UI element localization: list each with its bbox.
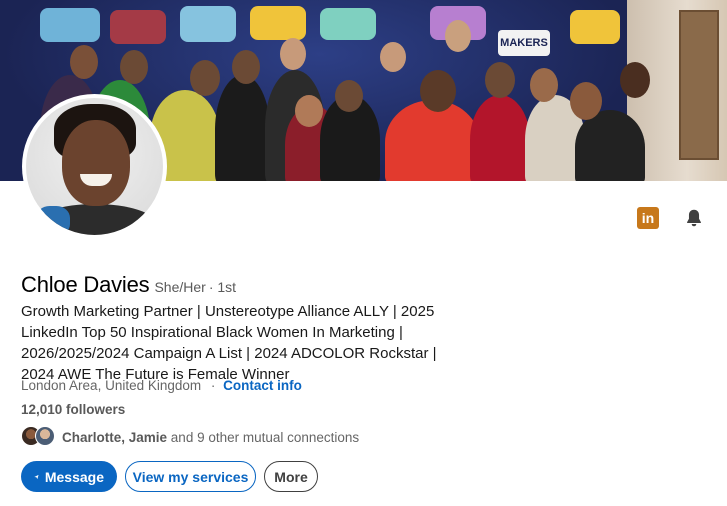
linkedin-icon[interactable]: in <box>637 207 659 229</box>
banner-face <box>420 70 456 112</box>
banner-face <box>530 68 558 102</box>
message-button-label: Message <box>44 468 104 485</box>
banner-face <box>445 20 471 52</box>
profile-photo[interactable] <box>22 94 167 239</box>
name-row: Chloe Davies She/Her · 1st <box>21 272 236 298</box>
banner-face <box>570 82 602 120</box>
location-separator: · <box>210 378 216 393</box>
profile-headline: Growth Marketing Partner | Unstereotype … <box>21 301 451 385</box>
bell-icon[interactable] <box>683 207 705 229</box>
banner-face <box>120 50 148 84</box>
banner-face <box>190 60 220 96</box>
banner-face <box>295 95 323 127</box>
profile-photo-image <box>26 98 163 235</box>
location: London Area, United Kingdom <box>21 378 202 393</box>
banner-sign: MAKERS <box>498 30 550 56</box>
banner-face <box>280 38 306 70</box>
mutual-connections[interactable]: Charlotte, Jamie and 9 other mutual conn… <box>21 426 359 448</box>
connection-degree: · 1st <box>208 279 237 295</box>
headline-line: 2026/2025/2024 Campaign A List | 2024 AD… <box>21 345 437 362</box>
banner-door <box>679 10 719 160</box>
banner-face <box>485 62 515 98</box>
banner-poster <box>320 8 376 40</box>
avatar-scarf <box>36 206 70 235</box>
banner-poster <box>570 10 620 44</box>
mutual-avatars <box>21 426 59 448</box>
banner-poster <box>110 10 166 44</box>
avatar-face <box>62 120 130 206</box>
banner-person <box>470 95 530 181</box>
banner-person <box>385 100 480 181</box>
banner-face <box>335 80 363 112</box>
mutual-rest: and 9 other mutual connections <box>167 429 360 445</box>
pronouns: She/Her <box>154 279 206 295</box>
banner-face <box>380 42 406 72</box>
message-button[interactable]: Message <box>21 461 117 492</box>
banner-poster <box>250 6 306 40</box>
banner-person <box>575 110 645 181</box>
more-button[interactable]: More <box>264 461 318 492</box>
banner-face <box>232 50 260 84</box>
banner-person <box>215 75 270 181</box>
banner-poster <box>180 6 236 42</box>
send-icon <box>34 474 39 479</box>
banner-face <box>70 45 98 79</box>
profile-name: Chloe Davies <box>21 272 150 297</box>
headline-line: LinkedIn Top 50 Inspirational Black Wome… <box>21 324 403 341</box>
profile-actions: Message View my services More <box>21 461 318 492</box>
location-row: London Area, United Kingdom · Contact in… <box>21 378 302 393</box>
contact-info-link[interactable]: Contact info <box>223 378 302 393</box>
avatar <box>35 426 55 446</box>
view-services-button[interactable]: View my services <box>125 461 256 492</box>
mutual-names: Charlotte, Jamie <box>62 429 168 445</box>
banner-poster <box>40 8 100 42</box>
headline-line: Growth Marketing Partner | Unstereotype … <box>21 303 435 320</box>
followers-count: 12,010 followers <box>21 402 126 417</box>
bell-icon-glyph <box>687 209 701 227</box>
banner-face <box>620 62 650 98</box>
